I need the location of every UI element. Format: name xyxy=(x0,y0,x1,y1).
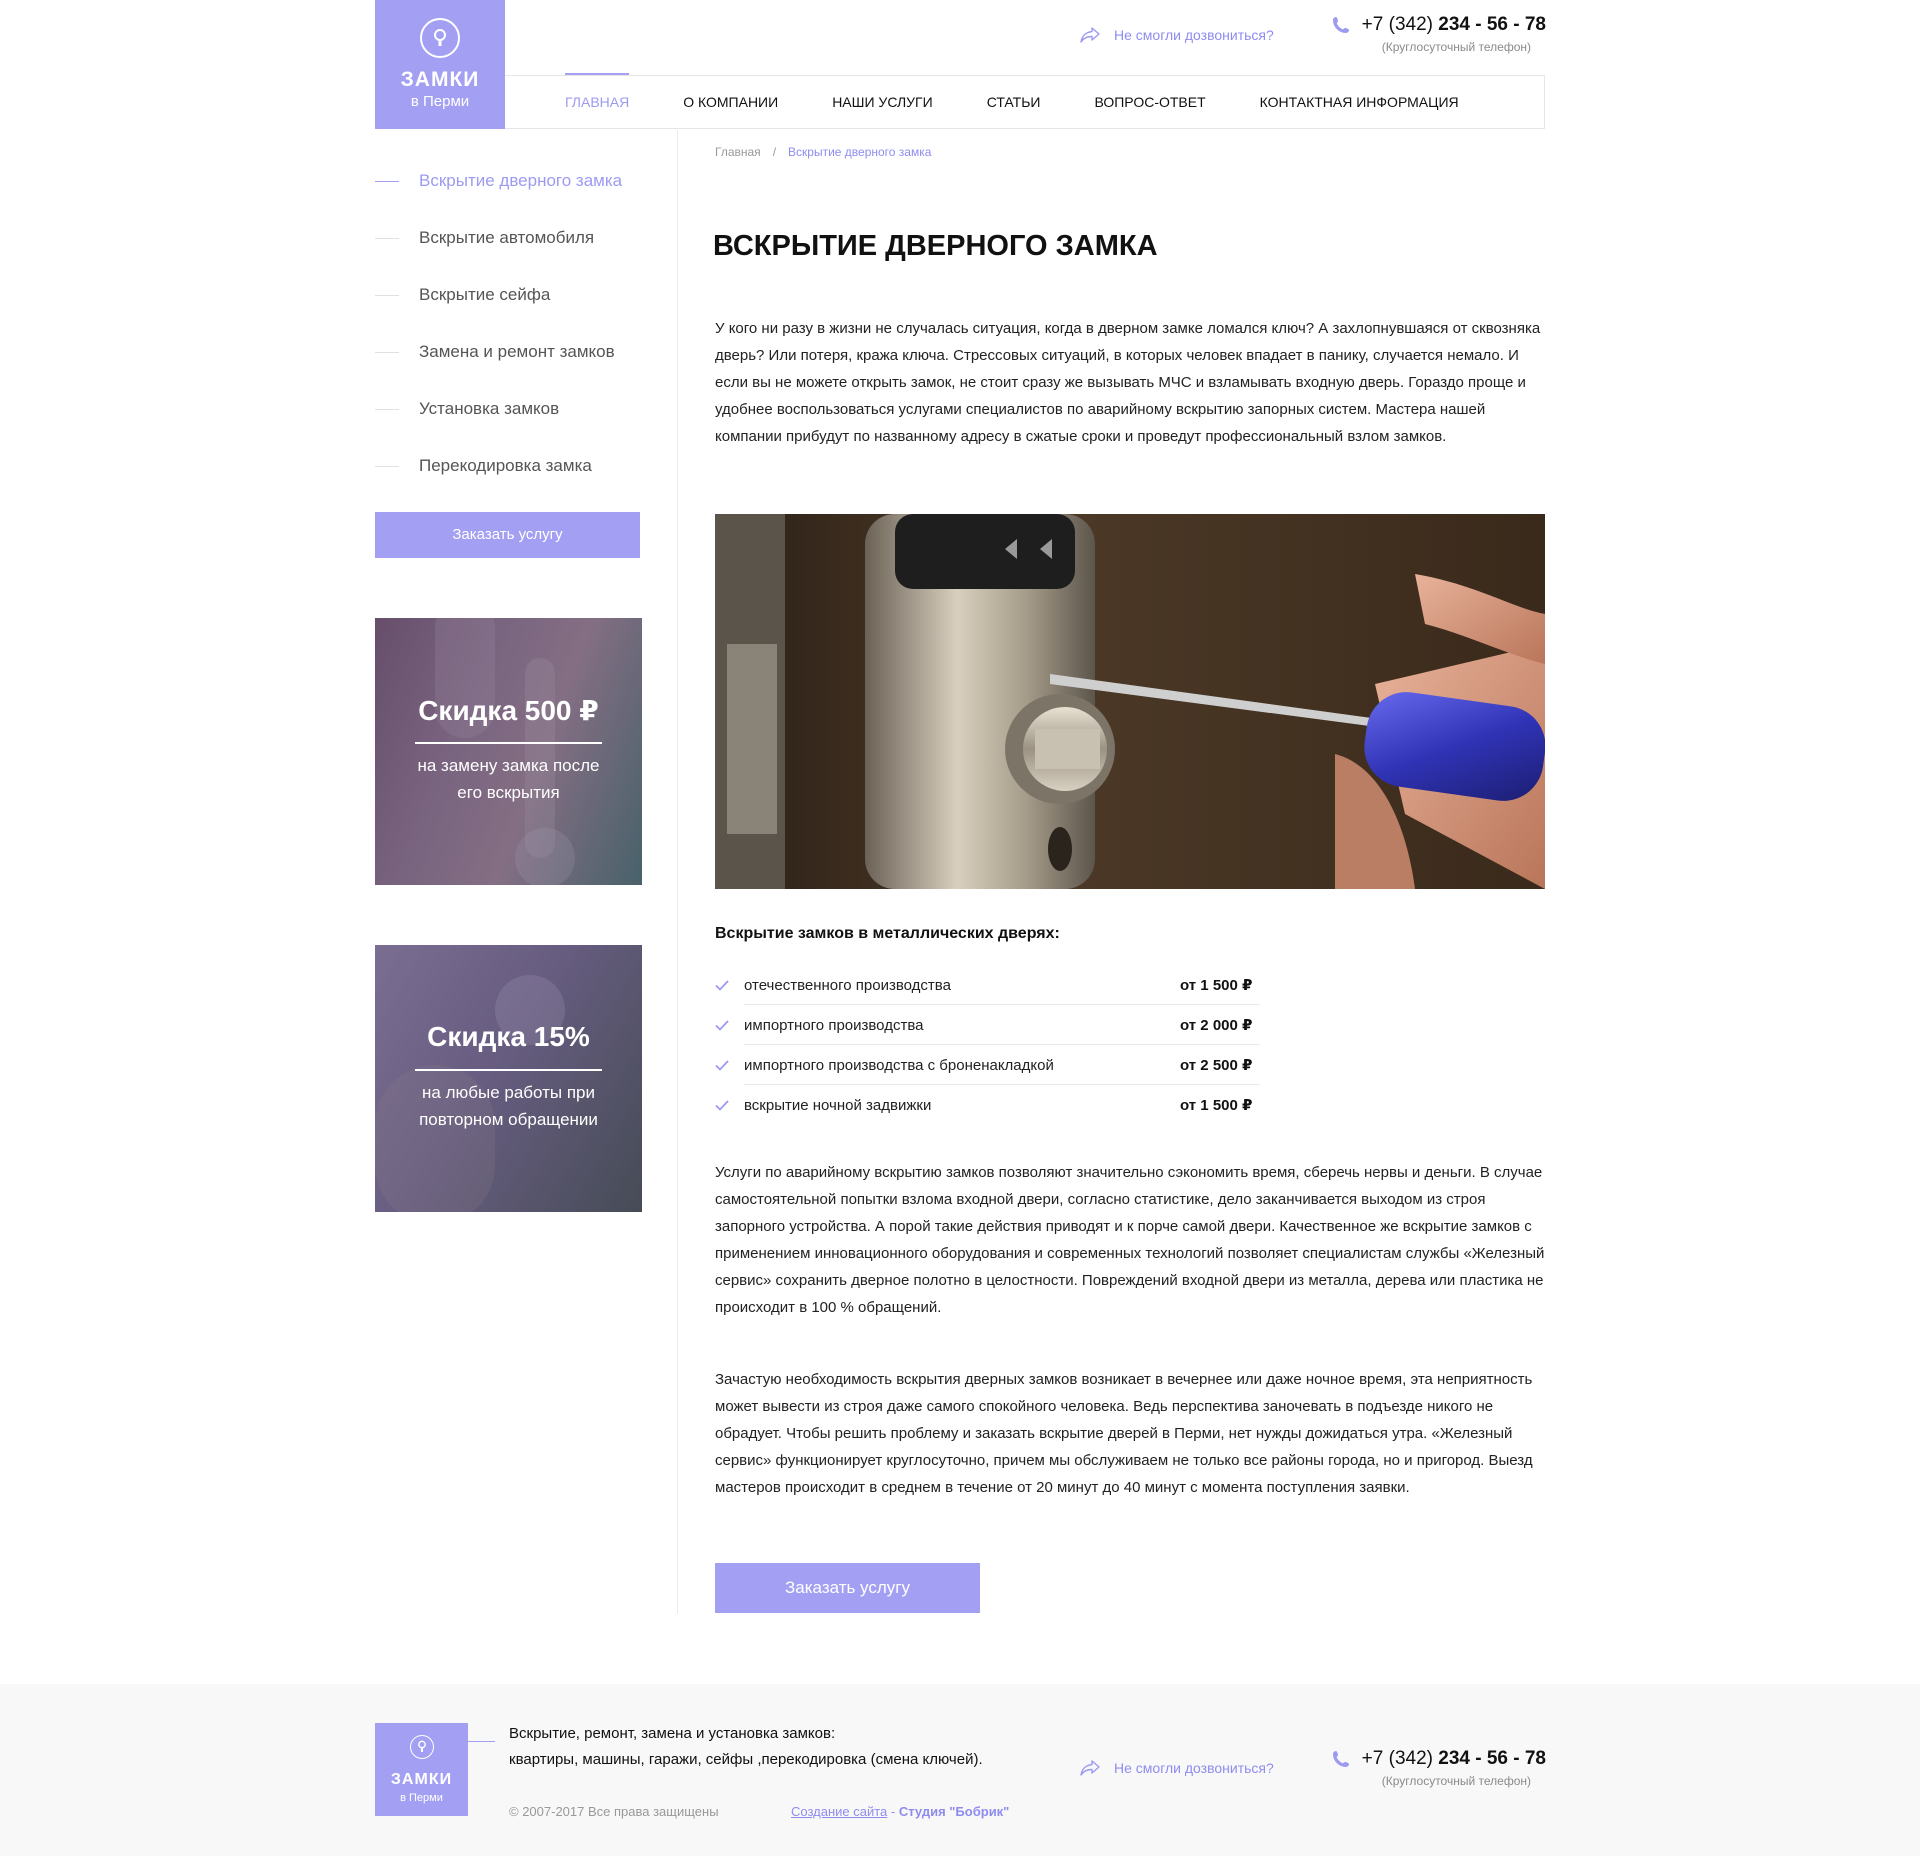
breadcrumb-current: Вскрытие дверного замка xyxy=(788,145,932,159)
phone-icon xyxy=(1332,17,1349,33)
price-row: отечественного производства от 1 500 ₽ xyxy=(715,965,1260,1005)
nav-item-faq[interactable]: Вопрос-ответ xyxy=(1094,75,1205,129)
phone-icon xyxy=(1332,1751,1349,1767)
promo-title: Скидка 15% xyxy=(427,1021,590,1052)
nav-item-about[interactable]: О компании xyxy=(683,75,778,129)
paragraph-24h: Зачастую необходимость вскрытия дверных … xyxy=(715,1371,1533,1496)
callback-label: Не смогли дозвониться? xyxy=(1114,1760,1274,1776)
nav-item-services[interactable]: Наши услуги xyxy=(832,75,933,129)
price-value: от 1 500 ₽ xyxy=(1180,1097,1253,1114)
sidebar-menu: Вскрытие дверного замка Вскрытие автомоб… xyxy=(375,162,622,504)
logo[interactable]: ЗАМКИ в Перми xyxy=(375,0,505,129)
sidebar-item-install[interactable]: Установка замков xyxy=(375,390,622,447)
price-value: от 2 000 ₽ xyxy=(1180,1017,1253,1034)
paragraph-benefits: Услуги по аварийному вскрытию замков поз… xyxy=(715,1164,1545,1316)
keyhole-icon xyxy=(410,1735,434,1759)
phone-note: (Круглосуточный телефон) xyxy=(1381,1774,1531,1788)
promo-text: на любые работы при повторном обращении xyxy=(419,1083,598,1129)
phone-prefix[interactable]: +7 (342) xyxy=(1362,1748,1433,1770)
phone-prefix[interactable]: +7 (342) xyxy=(1362,14,1433,36)
promo-banner-discount-15[interactable]: Скидка 15% на любые работы при повторном… xyxy=(375,945,642,1212)
price-name: отечественного производства xyxy=(744,976,951,994)
phone-number[interactable]: 234 - 56 - 78 xyxy=(1438,1748,1546,1770)
intro-paragraph: У кого ни разу в жизни не случалась ситу… xyxy=(715,320,1541,445)
phone-note: (Круглосуточный телефон) xyxy=(1381,40,1531,54)
callback-link[interactable]: Не смогли дозвониться? xyxy=(1080,27,1274,43)
promo-divider xyxy=(415,1069,602,1071)
sidebar-item-door-lock[interactable]: Вскрытие дверного замка xyxy=(375,162,622,219)
nav-item-contacts[interactable]: Контактная информация xyxy=(1260,75,1459,129)
studio-name[interactable]: Студия "Бобрик" xyxy=(899,1804,1010,1819)
price-row: вскрытие ночной задвижки от 1 500 ₽ xyxy=(715,1085,1260,1125)
main-nav: Главная О компании Наши услуги Статьи Во… xyxy=(505,73,1545,129)
breadcrumb: Главная / Вскрытие дверного замка xyxy=(715,145,931,159)
promo-text: на замену замка после его вскрытия xyxy=(417,756,600,802)
sidebar-item-repair[interactable]: Замена и ремонт замков xyxy=(375,333,622,390)
price-name: импортного производства xyxy=(744,1016,924,1034)
sidebar-item-recode[interactable]: Перекодировка замка xyxy=(375,447,622,504)
sidebar-divider xyxy=(677,130,678,1614)
footer-logo[interactable]: ЗАМКИ в Перми xyxy=(375,1723,468,1816)
page-title: ВСКРЫТИЕ ДВЕРНОГО ЗАМКА xyxy=(713,230,1158,262)
sidebar-order-button[interactable]: Заказать услугу xyxy=(375,512,640,558)
nav-item-articles[interactable]: Статьи xyxy=(987,75,1041,129)
price-list: отечественного производства от 1 500 ₽ и… xyxy=(715,965,1260,1125)
footer-accent-line xyxy=(468,1741,495,1742)
check-icon xyxy=(715,979,744,991)
header-phone: +7 (342) 234 - 56 - 78 (Круглосуточный т… xyxy=(1332,14,1546,54)
promo-title: Скидка 500 ₽ xyxy=(418,695,599,726)
share-arrow-icon xyxy=(1080,1760,1100,1776)
footer-phone: +7 (342) 234 - 56 - 78 (Круглосуточный т… xyxy=(1332,1748,1546,1788)
footer-logo-title: ЗАМКИ xyxy=(390,1771,453,1788)
footer-callback-link[interactable]: Не смогли дозвониться? xyxy=(1080,1760,1274,1776)
studio-link[interactable]: Создание сайта xyxy=(791,1804,887,1819)
sidebar-item-car[interactable]: Вскрытие автомобиля xyxy=(375,219,622,276)
price-row: импортного производства с броненакладкой… xyxy=(715,1045,1260,1085)
logo-subtitle: в Перми xyxy=(410,93,470,110)
breadcrumb-home[interactable]: Главная xyxy=(715,145,761,159)
order-button[interactable]: Заказать услугу xyxy=(715,1563,980,1613)
price-name: вскрытие ночной задвижки xyxy=(744,1096,932,1114)
copyright: © 2007-2017 Все права защищены xyxy=(509,1804,719,1819)
price-row: импортного производства от 2 000 ₽ xyxy=(715,1005,1260,1045)
keyhole-icon xyxy=(420,18,460,58)
footer-description: Вскрытие, ремонт, замена и установка зам… xyxy=(509,1721,983,1773)
promo-divider xyxy=(415,742,602,744)
price-value: от 2 500 ₽ xyxy=(1180,1057,1253,1074)
check-icon xyxy=(715,1059,744,1071)
check-icon xyxy=(715,1099,744,1111)
callback-label: Не смогли дозвониться? xyxy=(1114,27,1274,43)
footer: ЗАМКИ в Перми Вскрытие, ремонт, замена и… xyxy=(0,1684,1920,1856)
share-arrow-icon xyxy=(1080,27,1100,43)
sidebar-item-safe[interactable]: Вскрытие сейфа xyxy=(375,276,622,333)
price-name: импортного производства с броненакладкой xyxy=(744,1056,1054,1074)
footer-logo-subtitle: в Перми xyxy=(400,1792,443,1804)
promo-banner-discount-500[interactable]: Скидка 500 ₽ на замену замка после его в… xyxy=(375,618,642,885)
prices-heading: Вскрытие замков в металлических дверях: xyxy=(715,925,1060,942)
logo-title: ЗАМКИ xyxy=(400,68,480,91)
footer-desc-line1: Вскрытие, ремонт, замена и установка зам… xyxy=(509,1725,836,1742)
hero-image-lock-picking xyxy=(715,514,1545,889)
nav-item-home[interactable]: Главная xyxy=(565,73,630,129)
studio-dash: - xyxy=(887,1804,899,1819)
check-icon xyxy=(715,1019,744,1031)
breadcrumb-separator: / xyxy=(772,145,777,159)
footer-desc-line2: квартиры, машины, гаражи, сейфы ,перекод… xyxy=(509,1751,983,1768)
price-value: от 1 500 ₽ xyxy=(1180,977,1253,994)
phone-number[interactable]: 234 - 56 - 78 xyxy=(1438,14,1546,36)
studio-credit: Создание сайта - Студия "Бобрик" xyxy=(791,1804,1009,1819)
